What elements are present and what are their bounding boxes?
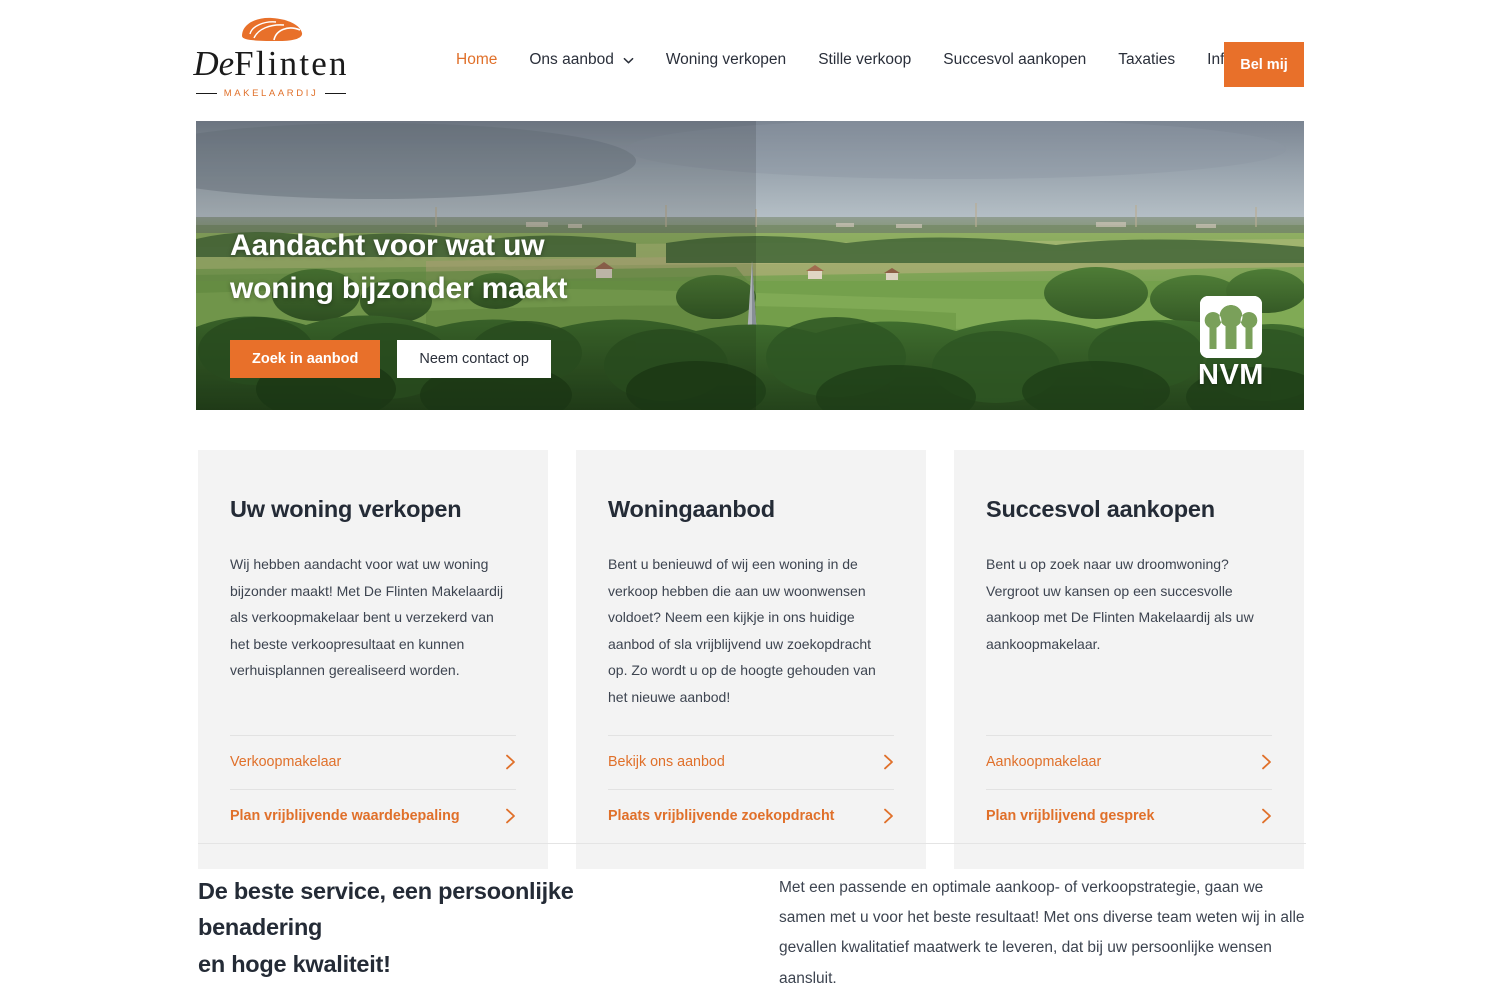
nav-label: Home [456, 51, 498, 68]
card-link-plan-gesprek[interactable]: Plan vrijblijvend gesprek [986, 788, 1272, 843]
card-body: Wij hebben aandacht voor wat uw woning b… [230, 556, 504, 679]
chevron-right-icon [1261, 808, 1272, 824]
service-heading-line1: De beste service, een persoonlijke benad… [198, 878, 574, 941]
service-heading-line2: en hoge kwaliteit! [198, 950, 391, 977]
card-woningaanbod: Woningaanbod Bent u benieuwd of wij een … [576, 450, 926, 869]
card-link-label: Aankoopmakelaar [986, 754, 1102, 771]
logo-wordmark: DeFlinten [193, 46, 348, 81]
card-uw-woning-verkopen: Uw woning verkopen Wij hebben aandacht v… [198, 450, 548, 869]
chevron-right-icon [883, 754, 894, 770]
nav-item-succesvol-aankopen[interactable]: Succesvol aankopen [927, 51, 1102, 69]
logo-tagline-text: MAKELAARDIJ [223, 88, 319, 99]
card-link-plaats-zoekopdracht[interactable]: Plaats vrijblijvende zoekopdracht [608, 788, 894, 843]
chevron-right-icon [505, 808, 516, 824]
nav-label: Succesvol aankopen [943, 51, 1087, 68]
nav-item-taxaties[interactable]: Taxaties [1102, 51, 1191, 69]
card-link-verkoopmakelaar[interactable]: Verkoopmakelaar [230, 734, 516, 789]
chevron-down-icon [623, 55, 634, 66]
site-header: DeFlinten MAKELAARDIJ Home Ons aanbod Wo… [0, 0, 1500, 120]
card-links: Bekijk ons aanbod Plaats vrijblijvende z… [608, 734, 894, 843]
nav-item-stille-verkoop[interactable]: Stille verkoop [802, 51, 927, 69]
nav-label: Taxaties [1118, 51, 1176, 68]
call-me-button[interactable]: Bel mij [1224, 42, 1304, 87]
nvm-logo: NVM [1192, 296, 1270, 390]
card-succesvol-aankopen: Succesvol aankopen Bent u op zoek naar u… [954, 450, 1304, 869]
card-body: Bent u op zoek naar uw droomwoning? Verg… [986, 556, 1254, 652]
card-link-label: Plaats vrijblijvende zoekopdracht [608, 808, 835, 825]
logo-tagline: MAKELAARDIJ [196, 88, 346, 99]
service-section: De beste service, een persoonlijke benad… [198, 873, 1306, 994]
card-link-bekijk-ons-aanbod[interactable]: Bekijk ons aanbod [608, 734, 894, 789]
nav-item-home[interactable]: Home [440, 51, 513, 69]
chevron-right-icon [505, 754, 516, 770]
card-links: Verkoopmakelaar Plan vrijblijvende waard… [230, 734, 516, 843]
logo-word-flinten: Flinten [234, 44, 349, 83]
flint-stone-icon [236, 14, 306, 44]
contact-button[interactable]: Neem contact op [397, 340, 551, 379]
main-navigation: Home Ons aanbod Woning verkopen Stille v… [440, 0, 1312, 120]
hero-title-line2: woning bijzonder maakt [230, 271, 568, 305]
card-link-label: Verkoopmakelaar [230, 754, 342, 771]
page-root: DeFlinten MAKELAARDIJ Home Ons aanbod Wo… [0, 0, 1500, 1000]
site-logo[interactable]: DeFlinten MAKELAARDIJ [193, 14, 348, 104]
hero-title-line1: Aandacht voor wat uw [230, 229, 545, 262]
feature-cards: Uw woning verkopen Wij hebben aandacht v… [198, 450, 1306, 869]
card-link-label: Plan vrijblijvend gesprek [986, 808, 1155, 825]
card-link-plan-waardebepaling[interactable]: Plan vrijblijvende waardebepaling [230, 788, 516, 843]
tagline-rule-right [325, 92, 346, 95]
tagline-rule-left [196, 92, 217, 95]
nvm-mark-icon [1200, 296, 1262, 358]
nvm-label: NVM [1198, 359, 1264, 391]
card-link-label: Bekijk ons aanbod [608, 754, 725, 771]
hero-buttons: Zoek in aanbod Neem contact op [230, 340, 567, 379]
hero-title: Aandacht voor wat uw woning bijzonder ma… [230, 225, 567, 310]
card-link-aankoopmakelaar[interactable]: Aankoopmakelaar [986, 734, 1272, 789]
search-offer-button[interactable]: Zoek in aanbod [230, 340, 381, 379]
nav-item-ons-aanbod[interactable]: Ons aanbod [513, 51, 649, 69]
card-link-label: Plan vrijblijvende waardebepaling [230, 808, 460, 825]
hero-banner: Aandacht voor wat uw woning bijzonder ma… [196, 121, 1304, 410]
nav-label: Woning verkopen [665, 51, 787, 68]
section-divider [198, 843, 1306, 844]
nav-label: Ons aanbod [529, 51, 614, 68]
card-links: Aankoopmakelaar Plan vrijblijvend gespre… [986, 734, 1272, 843]
card-title: Succesvol aankopen [986, 496, 1215, 522]
hero-content: Aandacht voor wat uw woning bijzonder ma… [230, 225, 567, 379]
nav-label: Stille verkoop [818, 51, 912, 68]
logo-word-de: De [193, 44, 235, 83]
service-heading: De beste service, een persoonlijke benad… [198, 873, 703, 994]
card-title: Uw woning verkopen [230, 496, 462, 522]
nav-item-woning-verkopen[interactable]: Woning verkopen [650, 51, 802, 69]
card-title: Woningaanbod [608, 496, 775, 522]
chevron-right-icon [883, 808, 894, 824]
card-body: Bent u benieuwd of wij een woning in de … [608, 556, 876, 705]
chevron-right-icon [1261, 754, 1272, 770]
service-body: Met een passende en optimale aankoop- of… [779, 879, 1305, 987]
